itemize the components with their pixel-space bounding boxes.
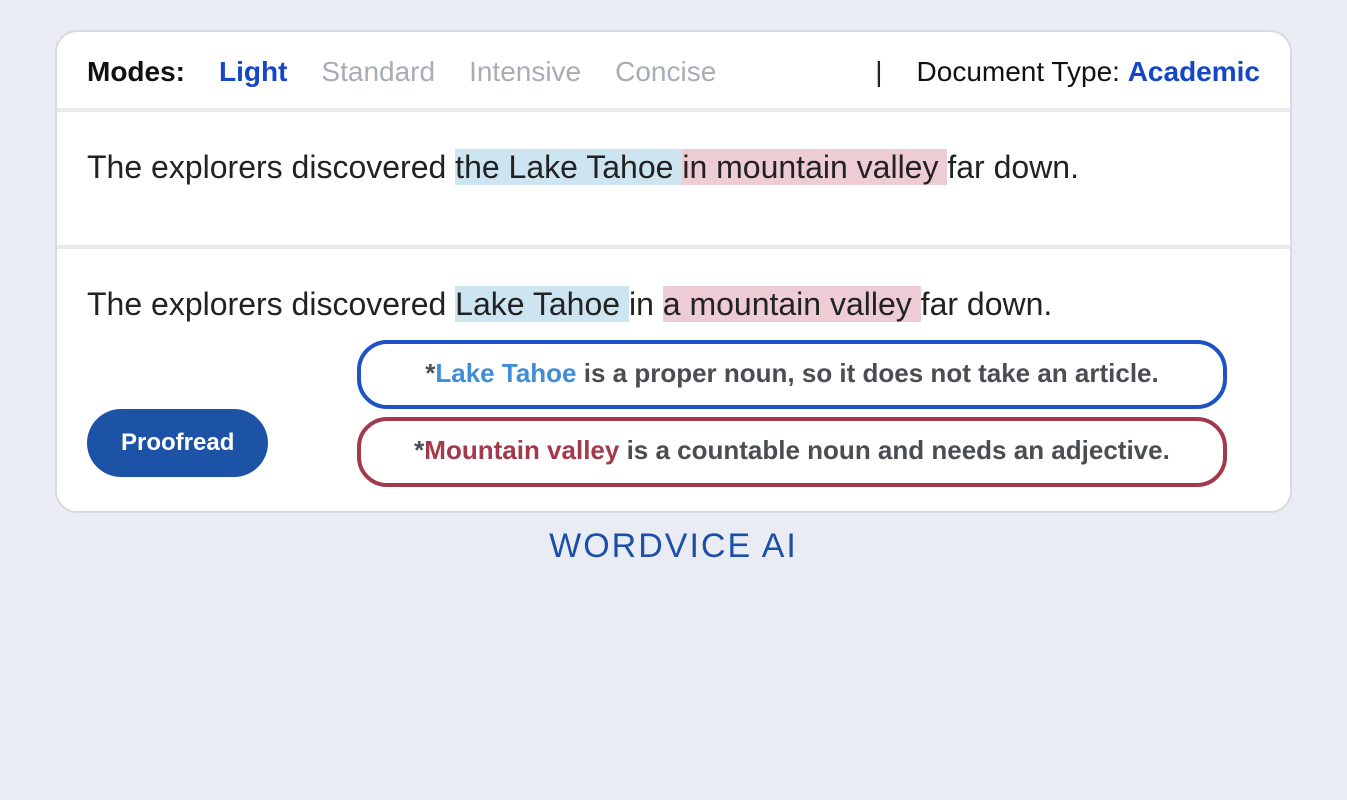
corrected-sentence: The explorers discovered Lake Tahoe in a… [87, 279, 1260, 330]
callout-red-rest: is a countable noun and needs an adjecti… [619, 435, 1169, 465]
doc-type-label: Document Type: [917, 56, 1128, 87]
callouts: *Lake Tahoe is a proper noun, so it does… [357, 340, 1227, 486]
separator: | [875, 56, 882, 88]
original-highlight-blue[interactable]: the Lake Tahoe [455, 149, 682, 185]
callout-blue: *Lake Tahoe is a proper noun, so it does… [357, 340, 1227, 409]
brand-logo: WORDVICE AI [55, 527, 1292, 566]
mode-concise[interactable]: Concise [615, 56, 716, 88]
doc-type[interactable]: Document Type: Academic [917, 56, 1260, 88]
doc-type-group: | Document Type: Academic [869, 56, 1260, 88]
modes-bar: Modes: Light Standard Intensive Concise … [57, 32, 1290, 112]
corrected-mid: in [629, 286, 663, 322]
corrected-highlight-blue[interactable]: Lake Tahoe [455, 286, 629, 322]
callout-blue-star: * [425, 358, 435, 388]
mode-intensive[interactable]: Intensive [469, 56, 581, 88]
original-text-panel[interactable]: The explorers discovered the Lake Tahoe … [57, 112, 1290, 249]
corrected-prefix: The explorers discovered [87, 286, 455, 322]
corrected-highlight-pink[interactable]: a mountain valley [663, 286, 921, 322]
callout-blue-rest: is a proper noun, so it does not take an… [577, 358, 1159, 388]
callout-red: *Mountain valley is a countable noun and… [357, 417, 1227, 486]
proofread-button[interactable]: Proofread [87, 409, 268, 477]
original-suffix: far down. [947, 149, 1079, 185]
original-prefix: The explorers discovered [87, 149, 455, 185]
modes-label: Modes: [87, 56, 185, 88]
doc-type-value: Academic [1128, 56, 1260, 87]
callout-red-term: Mountain valley [424, 435, 619, 465]
callout-blue-term: Lake Tahoe [435, 358, 576, 388]
corrected-text-panel: The explorers discovered Lake Tahoe in a… [57, 249, 1290, 510]
original-highlight-pink[interactable]: in mountain valley [682, 149, 947, 185]
mode-light[interactable]: Light [219, 56, 287, 88]
callout-red-star: * [414, 435, 424, 465]
mode-standard[interactable]: Standard [321, 56, 435, 88]
editor-card: Modes: Light Standard Intensive Concise … [55, 30, 1292, 513]
corrected-suffix: far down. [921, 286, 1053, 322]
